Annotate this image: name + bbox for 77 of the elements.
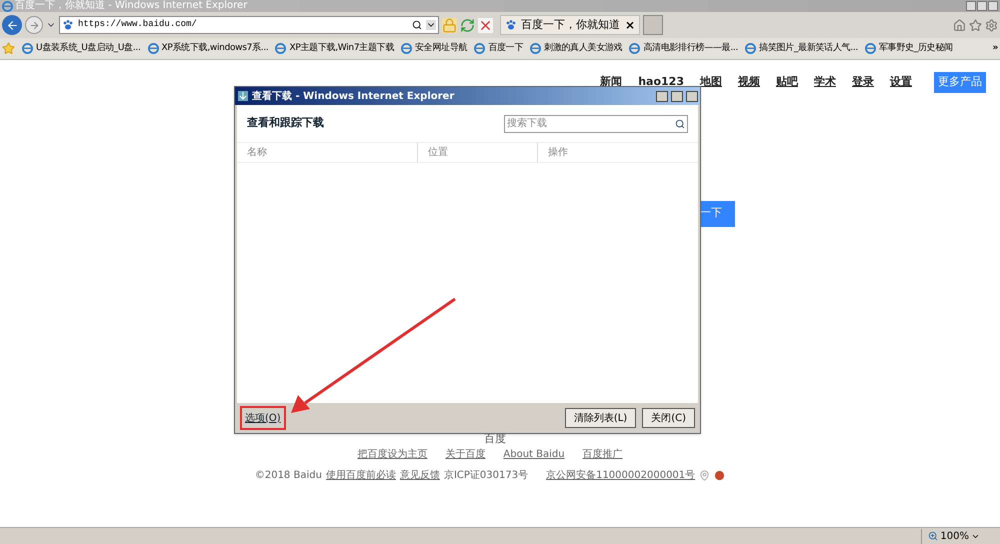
options-button[interactable]: 选项(O) [245,410,281,426]
favorites-link[interactable]: 搞笑图片_最新笑话人气... [745,42,858,56]
page-icon [148,43,159,54]
favorites-star-icon[interactable] [2,42,15,55]
new-tab-button[interactable] [643,15,663,35]
footer-link[interactable]: 把百度设为主页 [357,446,428,462]
favorites-link[interactable]: 高清电影排行榜——最... [629,42,738,56]
home-icon[interactable] [953,18,966,32]
footer-link[interactable]: About Baidu [503,446,565,462]
favorites-link[interactable]: XP系统下载,windows7系... [148,42,268,56]
search-button[interactable]: 一下 [700,200,735,226]
page-icon [530,43,542,54]
nav-link[interactable]: 地图 [700,74,722,90]
footer-text: 京ICP证030173号 [444,468,528,482]
address-text: https://www.baidu.com/ [78,18,198,32]
map-pin-icon [699,470,710,480]
column-header[interactable]: 位置 [417,143,537,162]
police-badge-icon [714,470,726,480]
back-arrow-icon [6,18,18,32]
tab-close-button[interactable]: × [624,16,635,34]
nav-link[interactable]: 贴吧 [776,74,798,90]
favorites-link[interactable]: U盘装系统_U盘启动_U盘... [22,42,141,56]
search-icon[interactable] [675,118,685,128]
page-icon [22,43,33,54]
footer-link[interactable]: 京公网安备11000002000001号 [546,468,696,482]
nav-link[interactable]: 学术 [814,74,836,90]
footer-text: ©2018 Baidu [254,468,322,482]
footer-link[interactable]: 使用百度前必读 [326,468,396,482]
address-bar[interactable]: https://www.baidu.com/ [59,16,439,34]
dropdown-icon[interactable] [426,20,436,30]
paw-icon [62,19,74,31]
close-button[interactable] [988,1,998,11]
favorites-link[interactable]: XP主题下载,Win7主题下载 [275,42,394,56]
page-icon [275,43,286,54]
page-icon [864,43,876,54]
page-icon [629,43,640,54]
restore-button[interactable] [977,1,987,11]
footer-link[interactable]: 百度推广 [582,446,623,462]
nav-link[interactable]: 登录 [852,74,874,90]
nav-link[interactable]: 设置 [890,74,912,90]
zoom-control[interactable]: 100% [921,528,980,544]
paw-icon [505,19,517,31]
dialog-button[interactable]: 关闭(C) [642,408,695,428]
refresh-icon[interactable] [460,18,475,32]
page-icon [401,43,412,54]
zoom-icon [928,531,938,541]
page-icon [745,43,756,54]
lock-icon[interactable] [442,18,457,32]
page-icon [2,0,13,12]
footer-link[interactable]: 关于百度 [445,446,486,462]
column-header[interactable]: 操作 [537,143,698,162]
favorites-link[interactable]: 军事野史_历史秘闻 [864,42,953,56]
back-button[interactable] [2,15,22,35]
settings-icon[interactable] [985,18,998,32]
favorites-link[interactable]: 安全网址导航 [401,42,468,56]
dialog-button[interactable]: 清除列表(L) [564,408,636,428]
minimize-button[interactable] [656,90,668,102]
maximize-button[interactable] [671,90,683,102]
dialog-title: 查看下载 - Windows Internet Explorer [252,90,456,104]
favorites-icon[interactable] [969,18,982,32]
more-products-button[interactable]: 更多产品 [934,72,986,92]
minimize-button[interactable] [966,1,976,11]
favorites-link[interactable]: 刺激的真人美女游戏 [530,42,622,56]
forward-arrow-icon [28,20,40,30]
close-button[interactable] [686,90,698,102]
search-field[interactable]: 搜索下载 [504,114,688,132]
dialog-heading: 查看和跟踪下载 [247,115,324,132]
download-icon [237,90,249,102]
browser-tab[interactable]: 百度一下，你就知道 × [500,15,640,35]
stop-icon[interactable] [478,18,493,32]
page-icon [474,43,486,54]
more-favorites-button[interactable]: » [992,42,998,56]
footer-link[interactable]: 意见反馈 [400,468,440,482]
nav-link[interactable]: 视频 [738,74,760,90]
search-icon[interactable] [412,20,422,30]
column-header[interactable]: 名称 [237,143,417,162]
favorites-link[interactable]: 百度一下 [474,42,524,56]
